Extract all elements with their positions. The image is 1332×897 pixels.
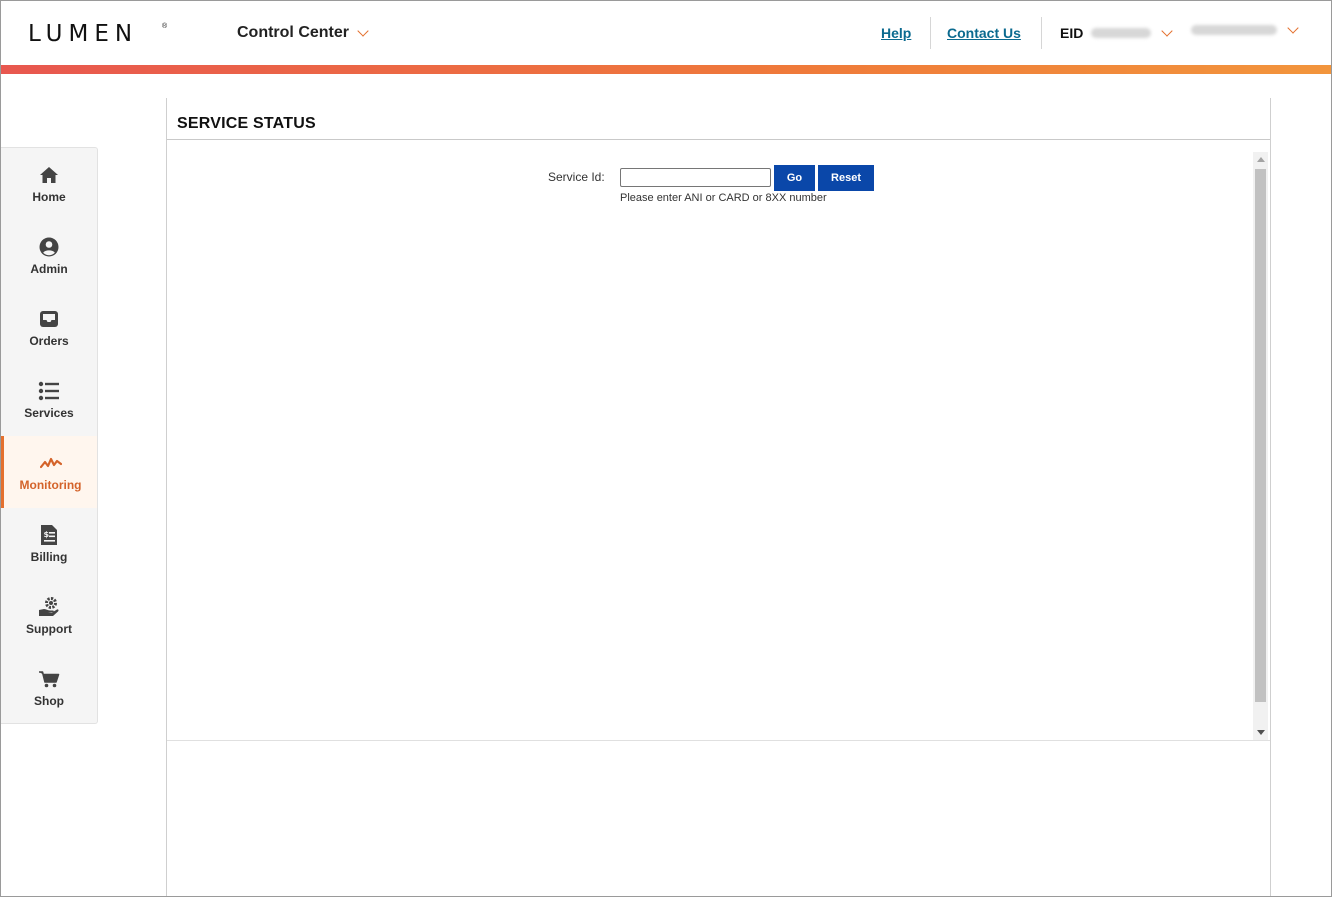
help-link[interactable]: Help [881, 25, 911, 41]
cart-icon [38, 668, 60, 690]
service-status-frame: Service Id: Go Reset Please enter ANI or… [167, 140, 1270, 741]
go-button[interactable]: Go [774, 165, 815, 191]
service-id-label: Service Id: [548, 170, 605, 184]
control-center-menu[interactable]: Control Center [237, 24, 369, 42]
invoice-icon: $ [38, 524, 60, 546]
sidebar-nav: Home Admin Orders Services Monitoring $ … [1, 147, 98, 724]
sidebar-item-label: Monitoring [19, 478, 82, 492]
sidebar-item-label: Services [24, 406, 74, 420]
service-id-hint: Please enter ANI or CARD or 8XX number [620, 192, 827, 204]
sidebar-item-monitoring[interactable]: Monitoring [1, 436, 97, 508]
contact-us-link[interactable]: Contact Us [947, 25, 1021, 41]
header-divider [1041, 17, 1042, 49]
service-id-input[interactable] [620, 168, 771, 187]
eid-label: EID [1060, 25, 1084, 41]
sidebar-item-admin[interactable]: Admin [1, 220, 97, 292]
pulse-icon [39, 452, 62, 474]
service-status-panel: SERVICE STATUS Service Id: Go Reset Plea… [166, 98, 1271, 896]
top-header: LUMEN ® Control Center Help Contact Us E… [1, 1, 1331, 65]
app-window: LUMEN ® Control Center Help Contact Us E… [0, 0, 1332, 897]
sidebar-item-billing[interactable]: $ Billing [1, 508, 97, 580]
username-redacted [1191, 25, 1277, 35]
sidebar-item-label: Orders [29, 334, 69, 348]
user-menu[interactable] [1191, 22, 1299, 35]
scroll-down-arrow-icon[interactable] [1253, 725, 1268, 740]
support-icon [38, 596, 60, 618]
home-icon [38, 164, 60, 186]
sidebar-item-label: Billing [30, 550, 68, 564]
sidebar-item-label: Shop [34, 694, 64, 708]
chevron-down-icon [1287, 22, 1299, 34]
sidebar-item-services[interactable]: Services [1, 364, 97, 436]
scroll-thumb[interactable] [1255, 169, 1266, 702]
list-icon [38, 380, 60, 402]
scroll-up-arrow-icon[interactable] [1253, 152, 1268, 167]
chevron-down-icon [357, 25, 369, 37]
inbox-icon [38, 308, 60, 330]
header-divider [930, 17, 931, 49]
sidebar-item-home[interactable]: Home [1, 148, 97, 220]
lumen-logo[interactable]: LUMEN [28, 21, 138, 47]
svg-text:$: $ [44, 530, 50, 539]
sidebar-item-label: Support [26, 622, 72, 636]
registered-mark: ® [162, 23, 168, 30]
eid-selector[interactable]: EID [1060, 25, 1174, 41]
sidebar-item-orders[interactable]: Orders [1, 292, 97, 364]
header-accent-bar [1, 65, 1331, 74]
eid-value-redacted [1091, 28, 1152, 38]
vertical-scrollbar[interactable] [1253, 152, 1268, 740]
reset-button[interactable]: Reset [818, 165, 874, 191]
sidebar-item-label: Admin [30, 262, 68, 276]
sidebar-item-support[interactable]: Support [1, 580, 97, 652]
page-title: SERVICE STATUS [177, 115, 316, 132]
control-center-label: Control Center [237, 24, 349, 41]
sidebar-item-shop[interactable]: Shop [1, 652, 97, 724]
user-circle-icon [38, 236, 60, 258]
sidebar-item-label: Home [32, 190, 66, 204]
chevron-down-icon [1161, 25, 1174, 37]
